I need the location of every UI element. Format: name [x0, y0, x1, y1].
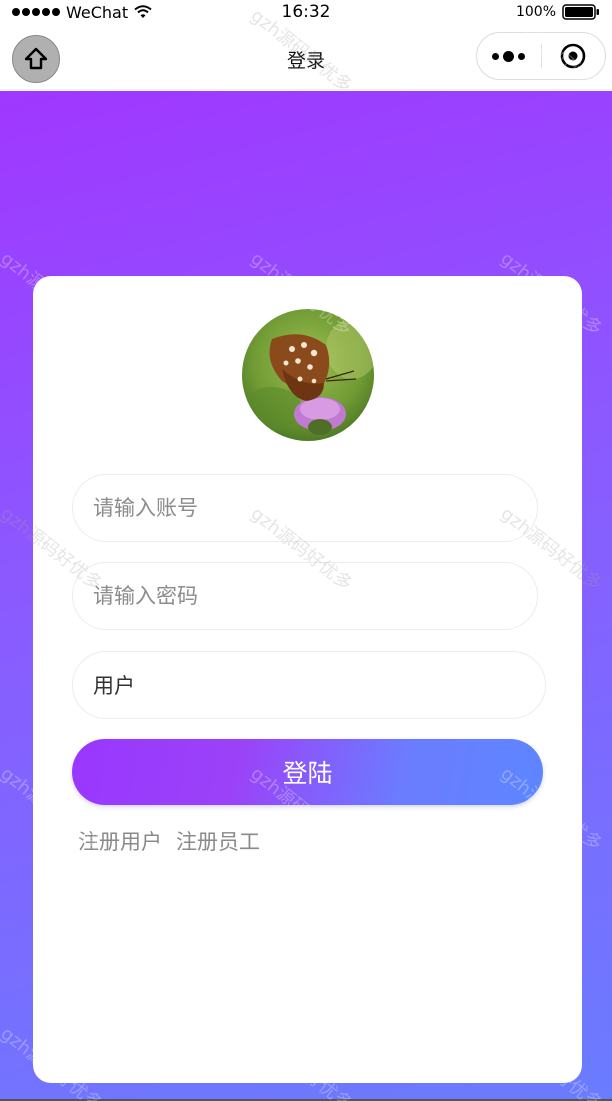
battery-icon — [562, 4, 599, 20]
battery-percent: 100% — [515, 4, 556, 20]
role-select[interactable]: 用户 — [72, 651, 546, 719]
register-user-link[interactable]: 注册用户 — [78, 826, 162, 856]
capsule-menu — [476, 32, 606, 80]
wifi-icon — [134, 5, 152, 18]
close-miniprogram-button[interactable] — [542, 33, 606, 79]
register-staff-link[interactable]: 注册员工 — [176, 826, 260, 856]
nav-bar: 登录 — [0, 24, 612, 90]
register-links: 注册用户 注册员工 — [78, 826, 260, 856]
carrier-name: WeChat — [66, 2, 129, 22]
target-icon — [560, 43, 586, 69]
home-button[interactable] — [12, 35, 60, 83]
account-input[interactable] — [72, 474, 538, 542]
password-input[interactable] — [72, 562, 538, 630]
role-select-value: 用户 — [93, 674, 135, 698]
login-card: 用户 登陆 注册用户 注册员工 — [33, 276, 582, 1083]
more-dot-icon — [518, 52, 526, 60]
status-right: 100% — [516, 4, 600, 20]
more-dot-icon — [492, 52, 500, 60]
signal-icon — [12, 8, 60, 16]
home-icon — [24, 47, 48, 70]
login-button[interactable]: 登陆 — [72, 739, 543, 805]
more-dot-icon — [503, 50, 515, 62]
avatar — [242, 309, 374, 441]
butterfly-image — [242, 309, 374, 441]
status-left: WeChat — [12, 3, 152, 22]
status-bar: WeChat 16:32 100% — [0, 0, 612, 24]
more-button[interactable] — [477, 33, 541, 79]
